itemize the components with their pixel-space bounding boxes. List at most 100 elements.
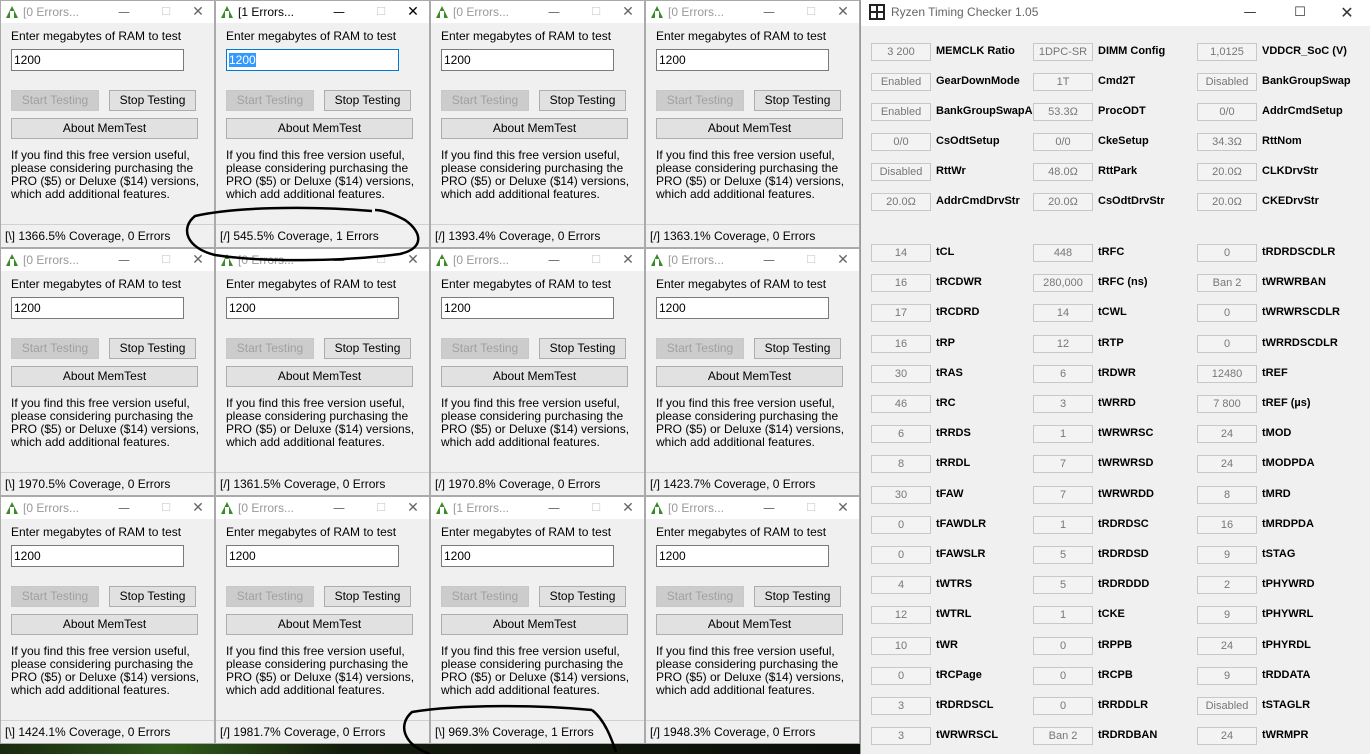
close-button[interactable]: ✕: [833, 3, 853, 21]
stop-testing-button[interactable]: Stop Testing: [109, 90, 196, 111]
ram-megabytes-input[interactable]: 1200: [11, 545, 184, 567]
about-memtest-button[interactable]: About MemTest: [441, 366, 628, 387]
ram-megabytes-input[interactable]: 1200: [656, 545, 829, 567]
close-button[interactable]: ✕: [403, 499, 423, 517]
start-testing-button[interactable]: Start Testing: [226, 90, 314, 111]
ram-megabytes-input[interactable]: 1200: [441, 545, 614, 567]
close-button[interactable]: ✕: [403, 251, 423, 269]
minimize-button[interactable]: —: [114, 3, 134, 21]
stop-testing-button[interactable]: Stop Testing: [754, 586, 841, 607]
minimize-button[interactable]: —: [329, 251, 349, 269]
title-bar[interactable]: [1 Errors... — ☐ ✕: [216, 1, 429, 23]
about-memtest-button[interactable]: About MemTest: [11, 614, 198, 635]
minimize-button[interactable]: —: [114, 499, 134, 517]
start-testing-button[interactable]: Start Testing: [11, 90, 99, 111]
maximize-button[interactable]: ☐: [801, 251, 821, 269]
start-testing-button[interactable]: Start Testing: [11, 338, 99, 359]
about-memtest-button[interactable]: About MemTest: [226, 614, 413, 635]
close-button[interactable]: ✕: [618, 499, 638, 517]
about-memtest-button[interactable]: About MemTest: [11, 118, 198, 139]
stop-testing-button[interactable]: Stop Testing: [324, 338, 411, 359]
minimize-button[interactable]: —: [759, 499, 779, 517]
stop-testing-button[interactable]: Stop Testing: [324, 586, 411, 607]
about-memtest-button[interactable]: About MemTest: [656, 118, 843, 139]
close-button[interactable]: ✕: [833, 251, 853, 269]
maximize-button[interactable]: ☐: [371, 251, 391, 269]
maximize-button[interactable]: ☐: [586, 499, 606, 517]
minimize-button[interactable]: —: [329, 3, 349, 21]
stop-testing-button[interactable]: Stop Testing: [539, 338, 626, 359]
stop-testing-button[interactable]: Stop Testing: [109, 586, 196, 607]
maximize-button[interactable]: ☐: [586, 3, 606, 21]
about-memtest-button[interactable]: About MemTest: [226, 366, 413, 387]
ram-megabytes-input[interactable]: 1200: [226, 49, 399, 71]
start-testing-button[interactable]: Start Testing: [441, 338, 529, 359]
start-testing-button[interactable]: Start Testing: [656, 338, 744, 359]
start-testing-button[interactable]: Start Testing: [656, 90, 744, 111]
about-memtest-button[interactable]: About MemTest: [656, 366, 843, 387]
ram-megabytes-input[interactable]: 1200: [441, 297, 614, 319]
close-button[interactable]: ✕: [188, 251, 208, 269]
title-bar[interactable]: [1 Errors... — ☐ ✕: [431, 497, 644, 519]
title-bar[interactable]: [0 Errors... — ☐ ✕: [1, 497, 214, 519]
stop-testing-button[interactable]: Stop Testing: [109, 338, 196, 359]
minimize-button[interactable]: —: [544, 251, 564, 269]
maximize-button[interactable]: ☐: [801, 499, 821, 517]
ram-megabytes-input[interactable]: 1200: [656, 297, 829, 319]
title-bar[interactable]: [0 Errors... — ☐ ✕: [431, 249, 644, 271]
start-testing-button[interactable]: Start Testing: [656, 586, 744, 607]
close-button[interactable]: ✕: [833, 499, 853, 517]
ram-megabytes-input[interactable]: 1200: [226, 297, 399, 319]
close-button[interactable]: ✕: [188, 499, 208, 517]
close-button[interactable]: ✕: [188, 3, 208, 21]
start-testing-button[interactable]: Start Testing: [441, 586, 529, 607]
title-bar[interactable]: [0 Errors... — ☐ ✕: [216, 497, 429, 519]
close-button[interactable]: ✕: [618, 251, 638, 269]
minimize-button[interactable]: —: [544, 3, 564, 21]
maximize-button[interactable]: ☐: [1285, 2, 1315, 24]
start-testing-button[interactable]: Start Testing: [11, 586, 99, 607]
title-bar[interactable]: [0 Errors... — ☐ ✕: [431, 1, 644, 23]
minimize-button[interactable]: —: [114, 251, 134, 269]
minimize-button[interactable]: —: [759, 3, 779, 21]
title-bar[interactable]: [0 Errors... — ☐ ✕: [646, 249, 859, 271]
close-button[interactable]: ✕: [1332, 2, 1362, 24]
title-bar[interactable]: [0 Errors... — ☐ ✕: [216, 249, 429, 271]
title-bar[interactable]: [0 Errors... — ☐ ✕: [1, 249, 214, 271]
stop-testing-button[interactable]: Stop Testing: [324, 90, 411, 111]
about-memtest-button[interactable]: About MemTest: [11, 366, 198, 387]
minimize-button[interactable]: —: [759, 251, 779, 269]
start-testing-button[interactable]: Start Testing: [226, 586, 314, 607]
stop-testing-button[interactable]: Stop Testing: [539, 586, 626, 607]
close-button[interactable]: ✕: [403, 3, 423, 21]
minimize-button[interactable]: —: [329, 499, 349, 517]
about-memtest-button[interactable]: About MemTest: [441, 614, 628, 635]
close-button[interactable]: ✕: [618, 3, 638, 21]
ram-megabytes-input[interactable]: 1200: [11, 297, 184, 319]
about-memtest-button[interactable]: About MemTest: [656, 614, 843, 635]
ram-megabytes-input[interactable]: 1200: [656, 49, 829, 71]
title-bar[interactable]: [0 Errors... — ☐ ✕: [1, 1, 214, 23]
maximize-button[interactable]: ☐: [371, 499, 391, 517]
maximize-button[interactable]: ☐: [156, 3, 176, 21]
minimize-button[interactable]: —: [544, 499, 564, 517]
title-bar[interactable]: [0 Errors... — ☐ ✕: [646, 497, 859, 519]
maximize-button[interactable]: ☐: [156, 251, 176, 269]
maximize-button[interactable]: ☐: [801, 3, 821, 21]
about-memtest-button[interactable]: About MemTest: [226, 118, 413, 139]
title-bar[interactable]: Ryzen Timing Checker 1.05 — ☐ ✕: [861, 0, 1370, 26]
ram-megabytes-input[interactable]: 1200: [441, 49, 614, 71]
title-bar[interactable]: [0 Errors... — ☐ ✕: [646, 1, 859, 23]
minimize-button[interactable]: —: [1235, 2, 1265, 24]
maximize-button[interactable]: ☐: [156, 499, 176, 517]
stop-testing-button[interactable]: Stop Testing: [754, 90, 841, 111]
start-testing-button[interactable]: Start Testing: [441, 90, 529, 111]
ram-megabytes-input[interactable]: 1200: [226, 545, 399, 567]
maximize-button[interactable]: ☐: [371, 3, 391, 21]
stop-testing-button[interactable]: Stop Testing: [539, 90, 626, 111]
about-memtest-button[interactable]: About MemTest: [441, 118, 628, 139]
stop-testing-button[interactable]: Stop Testing: [754, 338, 841, 359]
ram-megabytes-input[interactable]: 1200: [11, 49, 184, 71]
maximize-button[interactable]: ☐: [586, 251, 606, 269]
start-testing-button[interactable]: Start Testing: [226, 338, 314, 359]
